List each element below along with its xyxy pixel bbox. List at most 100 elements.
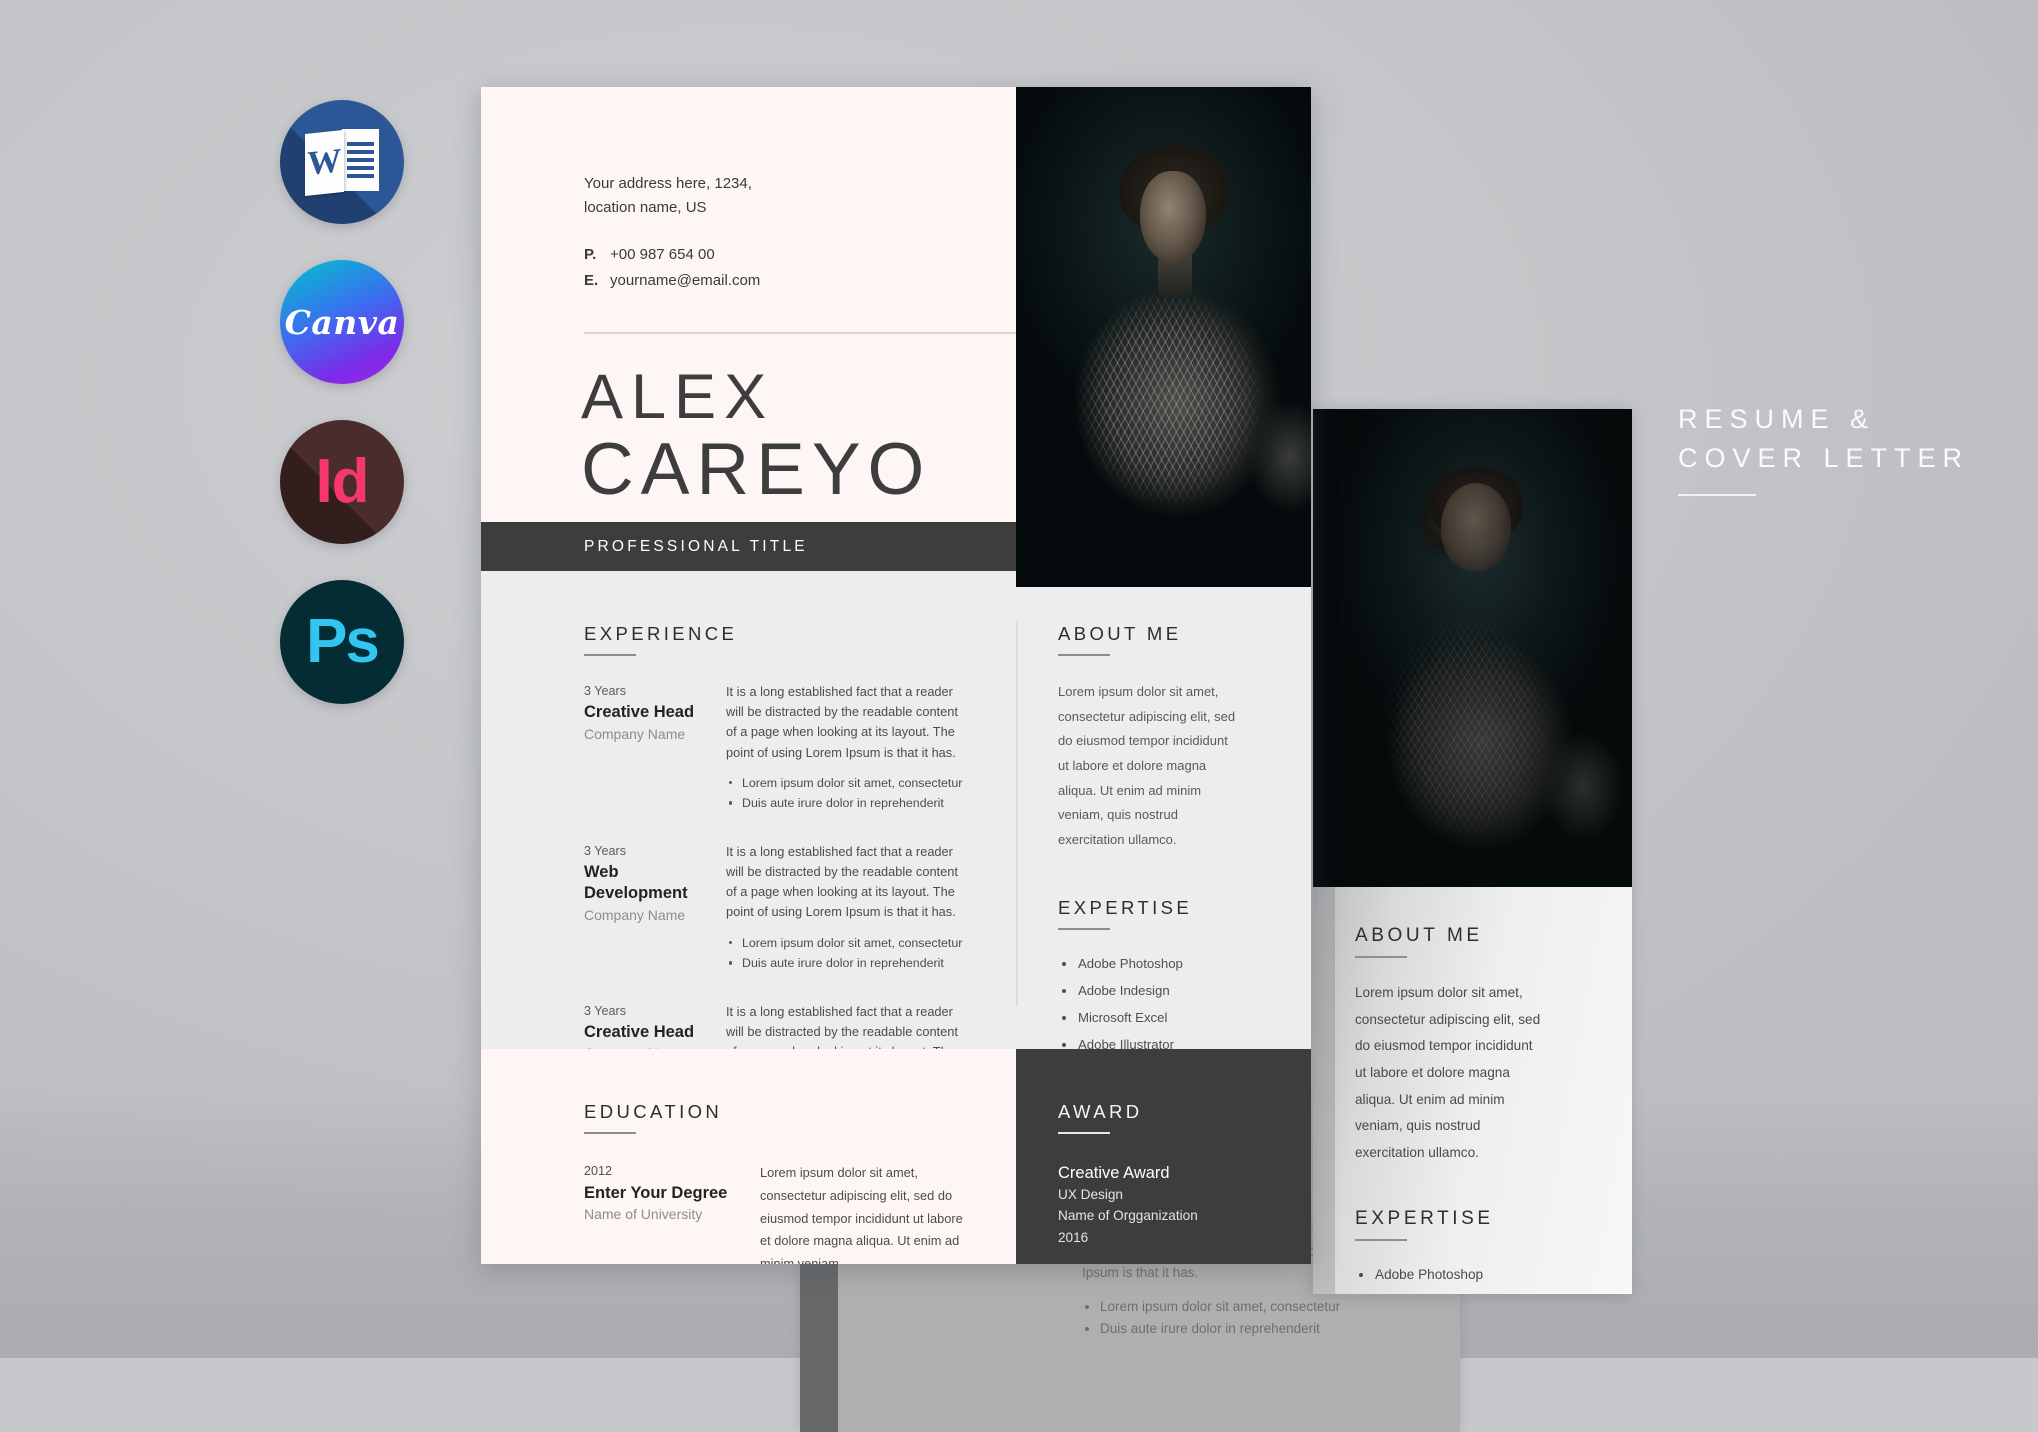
- email-value: yourname@email.com: [610, 272, 761, 290]
- experience-item-body: It is a long established fact that a rea…: [726, 682, 972, 814]
- cover-about-me-heading: ABOUT ME: [1355, 925, 1483, 946]
- experience-item-meta: 3 Years Web Development Company Name: [584, 842, 726, 974]
- word-letter-w: W: [307, 142, 342, 183]
- word-text-lines-page: [341, 129, 379, 191]
- award-title: Creative Award: [1058, 1164, 1170, 1182]
- promo-title-line-2: COVER LETTER: [1678, 443, 1970, 474]
- education-section: EDUCATION 2012 Enter Your Degree Name of…: [481, 1049, 1016, 1264]
- promo-title: RESUME & COVER LETTER: [1678, 400, 1970, 497]
- experience-heading-rule: [584, 654, 636, 656]
- list-item: Lorem ipsum dolor sit amet, consectetur: [726, 933, 972, 953]
- education-description: Lorem ipsum dolor sit amet, consectetur …: [760, 1165, 963, 1264]
- experience-years: 3 Years: [584, 843, 627, 858]
- education-heading-rule: [584, 1132, 636, 1134]
- photoshop-wordmark: Ps: [306, 607, 380, 676]
- promo-title-line-1: RESUME &: [1678, 404, 1876, 434]
- last-name: CAREYO: [581, 429, 932, 511]
- resume-page: Your address here, 1234, location name, …: [481, 87, 1311, 1264]
- expertise-heading: EXPERTISE: [1058, 896, 1193, 918]
- list-item: Duis aute irure dolor in reprehenderit: [726, 793, 972, 813]
- education-entry-meta: 2012 Enter Your Degree Name of Universit…: [584, 1162, 760, 1264]
- experience-company: Company Name: [584, 907, 686, 924]
- experience-item-body: It is a long established fact that a rea…: [726, 842, 972, 974]
- experience-role: Creative Head: [584, 702, 695, 721]
- experience-heading: EXPERIENCE: [584, 623, 738, 644]
- email-label: E.: [584, 272, 599, 290]
- list-item: Adobe Indesign: [1058, 977, 1271, 1004]
- microsoft-word-icon: W: [280, 100, 404, 224]
- adobe-indesign-icon: Id: [280, 420, 404, 544]
- resume-header: Your address here, 1234, location name, …: [481, 87, 1311, 587]
- page-title: ALEX CAREYO: [581, 365, 931, 511]
- experience-item: 3 Years Web Development Company Name It …: [584, 842, 972, 974]
- contact-divider-rule: [584, 332, 1064, 334]
- education-heading: EDUCATION: [584, 1101, 723, 1122]
- cover-letter-left-rail: [1313, 887, 1335, 1294]
- award-heading: AWARD: [1058, 1101, 1143, 1122]
- cover-letter-portrait-photo: [1313, 409, 1632, 887]
- column-divider: [1016, 621, 1018, 1006]
- education-degree: Enter Your Degree: [584, 1183, 728, 1202]
- address-line-2: location name, US: [584, 199, 707, 217]
- experience-description: It is a long established fact that a rea…: [726, 843, 958, 920]
- word-document-glyph: W: [305, 129, 379, 197]
- professional-title-bar: PROFESSIONAL TITLE: [481, 522, 1016, 571]
- portrait-plaid-jacket-texture: [1343, 529, 1593, 869]
- experience-role: Creative Head: [584, 1022, 695, 1041]
- phone-row: P. +00 987 654 00: [584, 243, 1016, 268]
- cover-letter-content: ABOUT ME Lorem ipsum dolor sit amet, con…: [1313, 887, 1632, 1294]
- address-line-1: Your address here, 1234,: [584, 175, 752, 192]
- resume-portrait-photo: [1016, 87, 1311, 587]
- portrait-face-shape: [1441, 483, 1511, 571]
- cover-expertise-section: EXPERTISE Adobe Photoshop Adobe Indesign…: [1355, 1208, 1590, 1294]
- indesign-wordmark: Id: [315, 447, 369, 516]
- software-compatibility-icon-rail: W Canva Id Ps: [280, 100, 404, 704]
- resume-main-body: EXPERIENCE 3 Years Creative Head Company…: [481, 571, 1311, 1133]
- expertise-heading-rule: [1058, 927, 1110, 930]
- about-me-paragraph: Lorem ipsum dolor sit amet, consectetur …: [1058, 684, 1236, 848]
- promo-title-rule: [1678, 494, 1756, 497]
- list-item: Adobe Indesign: [1355, 1290, 1590, 1294]
- education-entry-body: Lorem ipsum dolor sit amet, consectetur …: [760, 1162, 976, 1264]
- cover-about-me-paragraph: Lorem ipsum dolor sit amet, consectetur …: [1355, 985, 1541, 1160]
- word-text-line: [346, 158, 374, 162]
- email-row: E. yourname@email.com: [584, 269, 1016, 294]
- portrait-face-shape: [1140, 171, 1206, 263]
- experience-role: Web Development: [584, 862, 688, 903]
- list-item: Duis aute irure dolor in reprehenderit: [726, 953, 972, 973]
- award-organization: Name of Orgganization: [1058, 1208, 1198, 1224]
- first-name: ALEX: [581, 362, 775, 432]
- experience-years: 3 Years: [584, 684, 627, 698]
- phone-label: P.: [584, 245, 597, 263]
- list-item: Microsoft Excel: [1058, 1004, 1271, 1031]
- cover-expertise-rule: [1355, 1239, 1407, 1242]
- list-item: Adobe Photoshop: [1355, 1261, 1590, 1289]
- about-me-heading: ABOUT ME: [1058, 623, 1182, 644]
- list-item: Lorem ipsum dolor sit amet, consectetur: [726, 773, 972, 793]
- cover-letter-page: ABOUT ME Lorem ipsum dolor sit amet, con…: [1313, 409, 1632, 1294]
- cover-about-me-rule: [1355, 956, 1407, 958]
- education-entry: 2012 Enter Your Degree Name of Universit…: [584, 1162, 976, 1264]
- experience-item: 3 Years Creative Head Company Name It is…: [584, 682, 972, 814]
- education-university: Name of University: [584, 1206, 703, 1222]
- experience-company: Company Name: [584, 725, 686, 742]
- award-heading-rule: [1058, 1132, 1110, 1134]
- word-text-line: [346, 142, 374, 146]
- word-letter-page: W: [305, 129, 344, 197]
- cover-expertise-heading: EXPERTISE: [1355, 1208, 1494, 1230]
- word-text-line: [346, 174, 374, 178]
- award-year: 2016: [1058, 1229, 1089, 1245]
- experience-description: It is a long established fact that a rea…: [726, 684, 958, 760]
- experience-years: 3 Years: [584, 1003, 627, 1018]
- word-text-line: [346, 166, 374, 170]
- experience-bullet-list: Lorem ipsum dolor sit amet, consectetur …: [726, 773, 972, 814]
- about-expertise-column: ABOUT ME Lorem ipsum dolor sit amet, con…: [1016, 571, 1311, 1133]
- resume-footer: EDUCATION 2012 Enter Your Degree Name of…: [481, 1049, 1311, 1264]
- list-item: Adobe Photoshop: [1058, 950, 1271, 977]
- cover-about-me-section: ABOUT ME Lorem ipsum dolor sit amet, con…: [1355, 925, 1590, 1166]
- word-text-line: [346, 150, 374, 154]
- award-subtitle: UX Design: [1058, 1187, 1123, 1203]
- experience-bullet-list: Lorem ipsum dolor sit amet, consectetur …: [726, 933, 972, 974]
- experience-column: EXPERIENCE 3 Years Creative Head Company…: [481, 571, 1018, 1130]
- adobe-photoshop-icon: Ps: [280, 580, 404, 704]
